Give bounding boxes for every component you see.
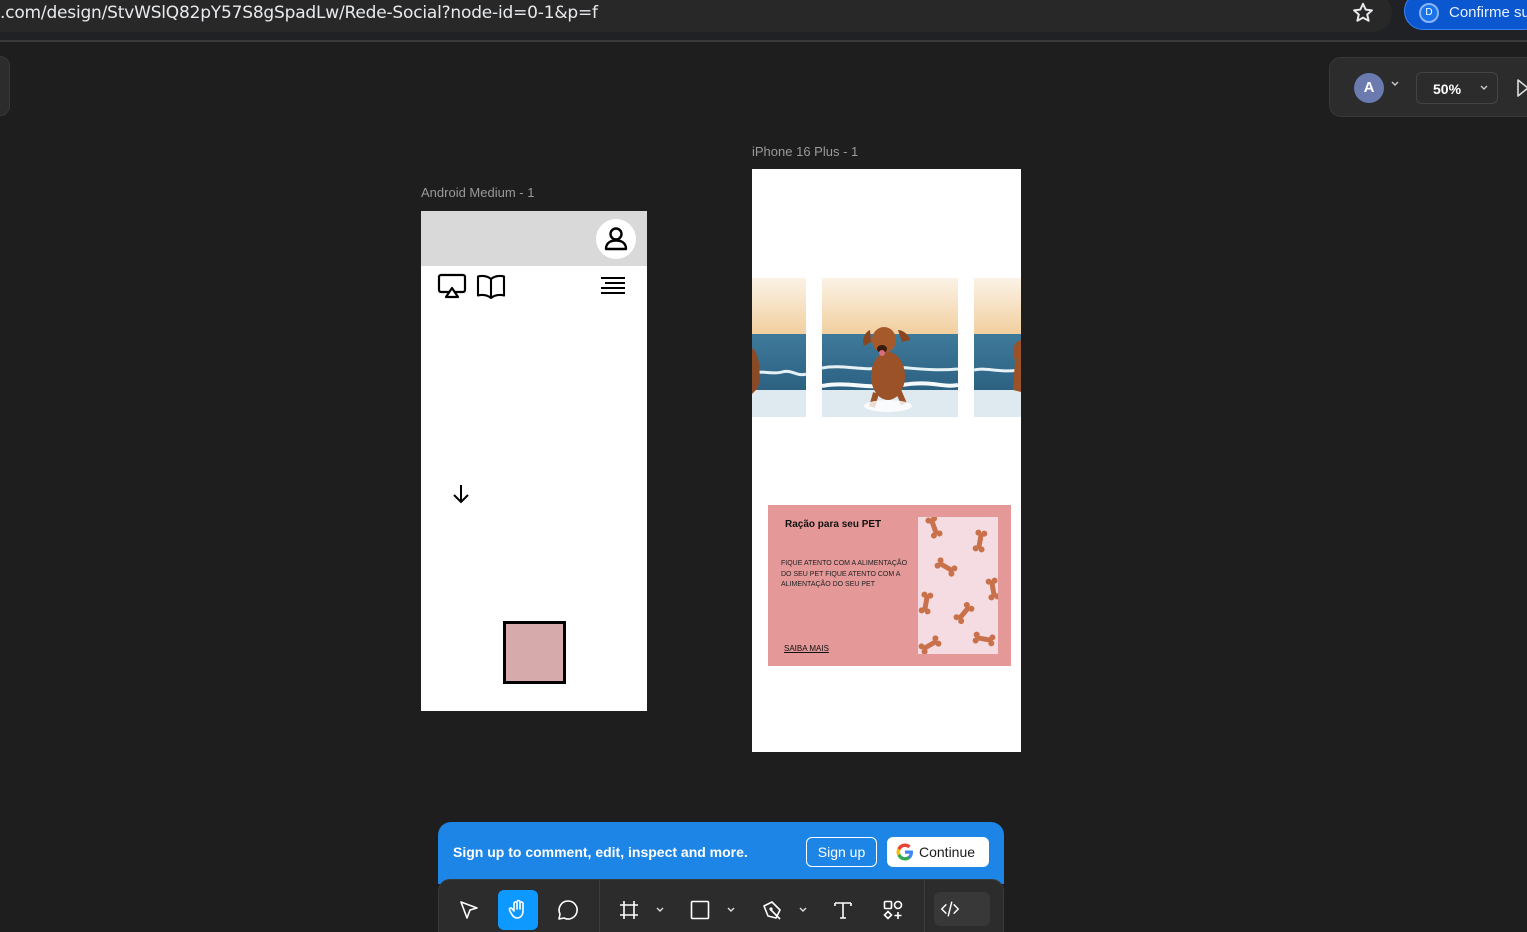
rectangle-icon	[690, 900, 710, 920]
chevron-down-icon	[1480, 85, 1488, 90]
cast-icon	[437, 273, 467, 299]
cursor-icon	[460, 901, 478, 919]
dog-treats-image	[918, 517, 998, 654]
chevron-down-icon[interactable]	[655, 906, 665, 914]
chevron-down-icon[interactable]	[1390, 80, 1400, 88]
browser-toolbar: .com/design/StvWSlQ82pY57S8gSpadLw/Rede-…	[0, 0, 1527, 42]
zoom-dropdown[interactable]: 50%	[1416, 72, 1498, 104]
dev-mode-toggle[interactable]	[934, 892, 990, 926]
chevron-down-icon[interactable]	[798, 906, 808, 914]
iphone-frame[interactable]: Ração para seu PET FIQUE ATENTO COM A AL…	[752, 169, 1021, 752]
move-tool[interactable]	[449, 890, 489, 930]
android-header	[421, 211, 647, 266]
user-icon	[596, 219, 636, 259]
menu-icon	[601, 277, 625, 294]
hand-icon	[508, 899, 524, 919]
toolbar-divider	[599, 880, 600, 932]
text-icon	[834, 902, 852, 919]
components-tool[interactable]	[873, 890, 913, 930]
profile-sync-button[interactable]: D Confirme su	[1404, 0, 1527, 30]
frame-icon	[620, 901, 638, 919]
comment-icon	[558, 900, 578, 920]
url-text[interactable]: .com/design/StvWSlQ82pY57S8gSpadLw/Rede-…	[0, 3, 598, 23]
toolbar-divider	[924, 880, 925, 932]
zoom-level: 50%	[1433, 81, 1462, 97]
arrow-down-icon	[453, 485, 469, 504]
signup-prompt: Sign up to comment, edit, inspect and mo…	[453, 844, 748, 860]
signup-banner: Sign up to comment, edit, inspect and mo…	[438, 822, 1004, 884]
text-tool[interactable]	[823, 890, 863, 930]
frame-tool[interactable]	[609, 890, 649, 930]
book-icon	[476, 274, 506, 299]
code-icon	[940, 901, 960, 917]
top-right-panel: A 50%	[1329, 57, 1527, 117]
product-card: Ração para seu PET FIQUE ATENTO COM A AL…	[768, 505, 1011, 666]
dog-photo	[974, 278, 1021, 417]
google-continue-button[interactable]: Continue	[887, 837, 989, 867]
star-icon[interactable]	[1350, 0, 1376, 26]
card-title: Ração para seu PET	[785, 519, 882, 530]
pen-icon	[763, 901, 781, 920]
dog-photo	[822, 278, 958, 417]
dog-photo	[752, 278, 806, 417]
shape-tool[interactable]	[680, 890, 720, 930]
components-icon	[883, 900, 903, 920]
card-body: FIQUE ATENTO COM A ALIMENTAÇÃO DO SEU PE…	[781, 560, 908, 588]
user-avatar[interactable]: A	[1354, 73, 1384, 103]
sign-up-button[interactable]: Sign up	[806, 837, 877, 867]
comment-tool[interactable]	[548, 890, 588, 930]
chevron-down-icon[interactable]	[726, 906, 736, 914]
address-bar[interactable]: .com/design/StvWSlQ82pY57S8gSpadLw/Rede-…	[0, 0, 1392, 32]
saiba-mais-link[interactable]: SAIBA MAIS	[784, 644, 829, 653]
android-frame[interactable]	[421, 211, 647, 711]
hand-tool[interactable]	[498, 890, 538, 930]
google-icon	[896, 843, 913, 861]
left-panel-stub[interactable]	[0, 56, 10, 116]
android-frame-label[interactable]: Android Medium - 1	[421, 185, 534, 200]
profile-avatar: D	[1419, 3, 1439, 23]
bottom-toolbar	[438, 879, 1004, 932]
continue-label: Continue	[919, 844, 976, 860]
iphone-frame-label[interactable]: iPhone 16 Plus - 1	[752, 144, 858, 159]
play-icon[interactable]	[1516, 78, 1527, 98]
pink-square	[503, 621, 566, 684]
profile-label: Confirme su	[1449, 4, 1527, 21]
pen-tool[interactable]	[752, 890, 792, 930]
